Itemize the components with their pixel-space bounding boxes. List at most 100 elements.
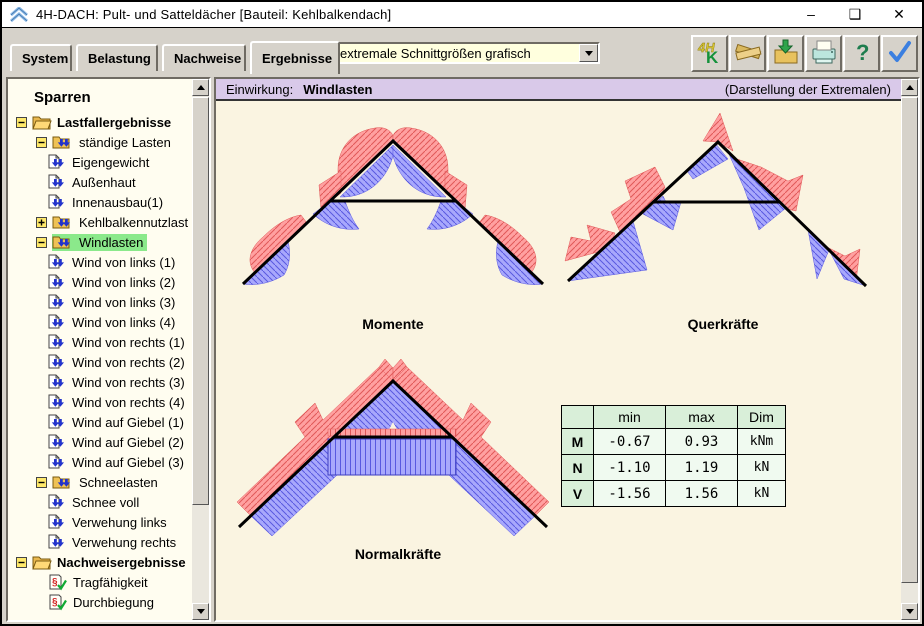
triangle-up-icon (906, 85, 914, 90)
help-button[interactable]: ? (843, 35, 880, 72)
tree-item-label: Kehlbalkennutzlast (78, 214, 192, 231)
tree-item-verwehung-links[interactable]: Verwehung links (8, 512, 209, 532)
min-value: -1.10 (594, 455, 666, 481)
tree-item-label: Wind auf Giebel (2) (71, 434, 188, 451)
load-case-icon (48, 254, 67, 271)
load-case-icon (48, 314, 67, 331)
tree-item-durchbiegung[interactable]: §Durchbiegung (8, 592, 209, 612)
tree-item-wind-von-rechts-2-[interactable]: Wind von rechts (2) (8, 352, 209, 372)
min-value: -0.67 (594, 429, 666, 455)
scroll-up-button[interactable] (192, 79, 209, 96)
load-case-tree-panel: Sparren Lastfallergebnisseständige Laste… (6, 77, 211, 622)
timber-icon (734, 39, 762, 68)
tree-item-eigengewicht[interactable]: Eigengewicht (8, 152, 209, 172)
confirm-button[interactable] (881, 35, 918, 72)
timber-button[interactable] (729, 35, 766, 72)
scroll-down-button[interactable] (901, 603, 918, 620)
app-window: 4H-DACH: Pult- und Satteldächer [Bauteil… (0, 0, 924, 626)
column-header-Dim: Dim (738, 406, 786, 429)
row-label: M (562, 429, 594, 455)
einwirkung-value: Windlasten (303, 82, 372, 97)
tree-item-lastfallergebnisse[interactable]: Lastfallergebnisse (8, 112, 209, 132)
column-header-min: min (594, 406, 666, 429)
collapse-icon[interactable] (36, 137, 47, 148)
table-row-V: V-1.561.56kN (562, 481, 786, 507)
triangle-down-icon (906, 609, 914, 614)
extremalen-note: (Darstellung der Extremalen) (725, 82, 891, 97)
tab-belastung[interactable]: Belastung (76, 44, 158, 71)
tree-item-außenhaut[interactable]: Außenhaut (8, 172, 209, 192)
svg-text:?: ? (856, 40, 869, 65)
tree-item-wind-von-links-3-[interactable]: Wind von links (3) (8, 292, 209, 312)
print-button[interactable] (805, 35, 842, 72)
momente-plot (233, 109, 553, 309)
tree-item-wind-von-rechts-1-[interactable]: Wind von rechts (1) (8, 332, 209, 352)
max-value: 1.19 (666, 455, 738, 481)
load-case-icon (48, 434, 67, 451)
sidebar-scrollbar[interactable] (192, 79, 209, 620)
tree-item-label: Wind von links (2) (71, 274, 179, 291)
dropdown-arrow-button[interactable] (579, 44, 598, 62)
chevron-down-icon (585, 51, 593, 56)
dimension-unit: kNm (738, 429, 786, 455)
help-icon: ? (851, 39, 873, 68)
load-case-icon (48, 274, 67, 291)
load-case-tree: Lastfallergebnisseständige LastenEigenge… (8, 112, 209, 612)
load-case-icon (48, 154, 67, 171)
main-scrollbar[interactable] (901, 79, 918, 620)
results-panel: Einwirkung: Windlasten (Darstellung der … (214, 77, 920, 622)
tree-item-nachweisergebnisse[interactable]: Nachweisergebnisse (8, 552, 209, 572)
tree-item-kehlbalkennutzlast[interactable]: Kehlbalkennutzlast (8, 212, 209, 232)
tree-item-schneelasten[interactable]: Schneelasten (8, 472, 209, 492)
tree-item-ständige-lasten[interactable]: ständige Lasten (8, 132, 209, 152)
maximize-button[interactable]: ❑ (846, 6, 864, 23)
title-bar: 4H-DACH: Pult- und Satteldächer [Bauteil… (2, 2, 922, 28)
expand-icon[interactable] (36, 217, 47, 228)
scrollbar-thumb[interactable] (901, 97, 918, 583)
collapse-icon[interactable] (16, 117, 27, 128)
scroll-down-button[interactable] (192, 603, 209, 620)
tree-item-label: Wind auf Giebel (3) (71, 454, 188, 471)
tree-item-innenausbau-1-[interactable]: Innenausbau(1) (8, 192, 209, 212)
logo-4h-icon: 4HK (697, 39, 723, 68)
toolbar: 4HK? (690, 35, 918, 72)
scroll-up-button[interactable] (901, 79, 918, 96)
tree-item-verwehung-rechts[interactable]: Verwehung rechts (8, 532, 209, 552)
tree-item-tragfähigkeit[interactable]: §Tragfähigkeit (8, 572, 209, 592)
tree-item-label: Verwehung links (71, 514, 171, 531)
export-button[interactable] (767, 35, 804, 72)
scrollbar-thumb[interactable] (192, 97, 209, 505)
tree-item-label: Wind von links (4) (71, 314, 179, 331)
tree-item-wind-von-rechts-3-[interactable]: Wind von rechts (3) (8, 372, 209, 392)
open-folder-icon (32, 555, 52, 570)
svg-text:§: § (52, 597, 58, 608)
close-button[interactable]: ✕ (890, 6, 908, 23)
tree-item-label: Wind von rechts (3) (71, 374, 189, 391)
column-header-blank (562, 406, 594, 429)
tab-system[interactable]: System (10, 44, 72, 71)
export-icon (773, 39, 799, 68)
tree-item-windlasten[interactable]: Windlasten (8, 232, 209, 252)
collapse-icon[interactable] (36, 477, 47, 488)
tree-item-wind-von-links-4-[interactable]: Wind von links (4) (8, 312, 209, 332)
tree-item-wind-von-links-1-[interactable]: Wind von links (1) (8, 252, 209, 272)
tab-nachweise[interactable]: Nachweise (162, 44, 246, 71)
tree-item-wind-von-links-2-[interactable]: Wind von links (2) (8, 272, 209, 292)
tree-item-schnee-voll[interactable]: Schnee voll (8, 492, 209, 512)
tree-item-label: Schnee voll (71, 494, 143, 511)
load-folder-icon (52, 134, 74, 151)
querkraefte-plot (563, 109, 883, 309)
minimize-button[interactable]: – (802, 6, 820, 23)
tree-item-wind-auf-giebel-2-[interactable]: Wind auf Giebel (2) (8, 432, 209, 452)
collapse-icon[interactable] (36, 237, 47, 248)
tree-item-wind-auf-giebel-3-[interactable]: Wind auf Giebel (3) (8, 452, 209, 472)
tree-item-wind-auf-giebel-1-[interactable]: Wind auf Giebel (1) (8, 412, 209, 432)
tab-ergebnisse[interactable]: Ergebnisse (250, 41, 340, 74)
tree-item-wind-von-rechts-4-[interactable]: Wind von rechts (4) (8, 392, 209, 412)
result-view-dropdown[interactable]: extremale Schnittgrößen grafisch (332, 42, 600, 64)
load-case-icon (48, 294, 67, 311)
load-case-icon (48, 194, 67, 211)
collapse-icon[interactable] (16, 557, 27, 568)
logo-4h-button[interactable]: 4HK (691, 35, 728, 72)
svg-text:§: § (52, 577, 58, 588)
